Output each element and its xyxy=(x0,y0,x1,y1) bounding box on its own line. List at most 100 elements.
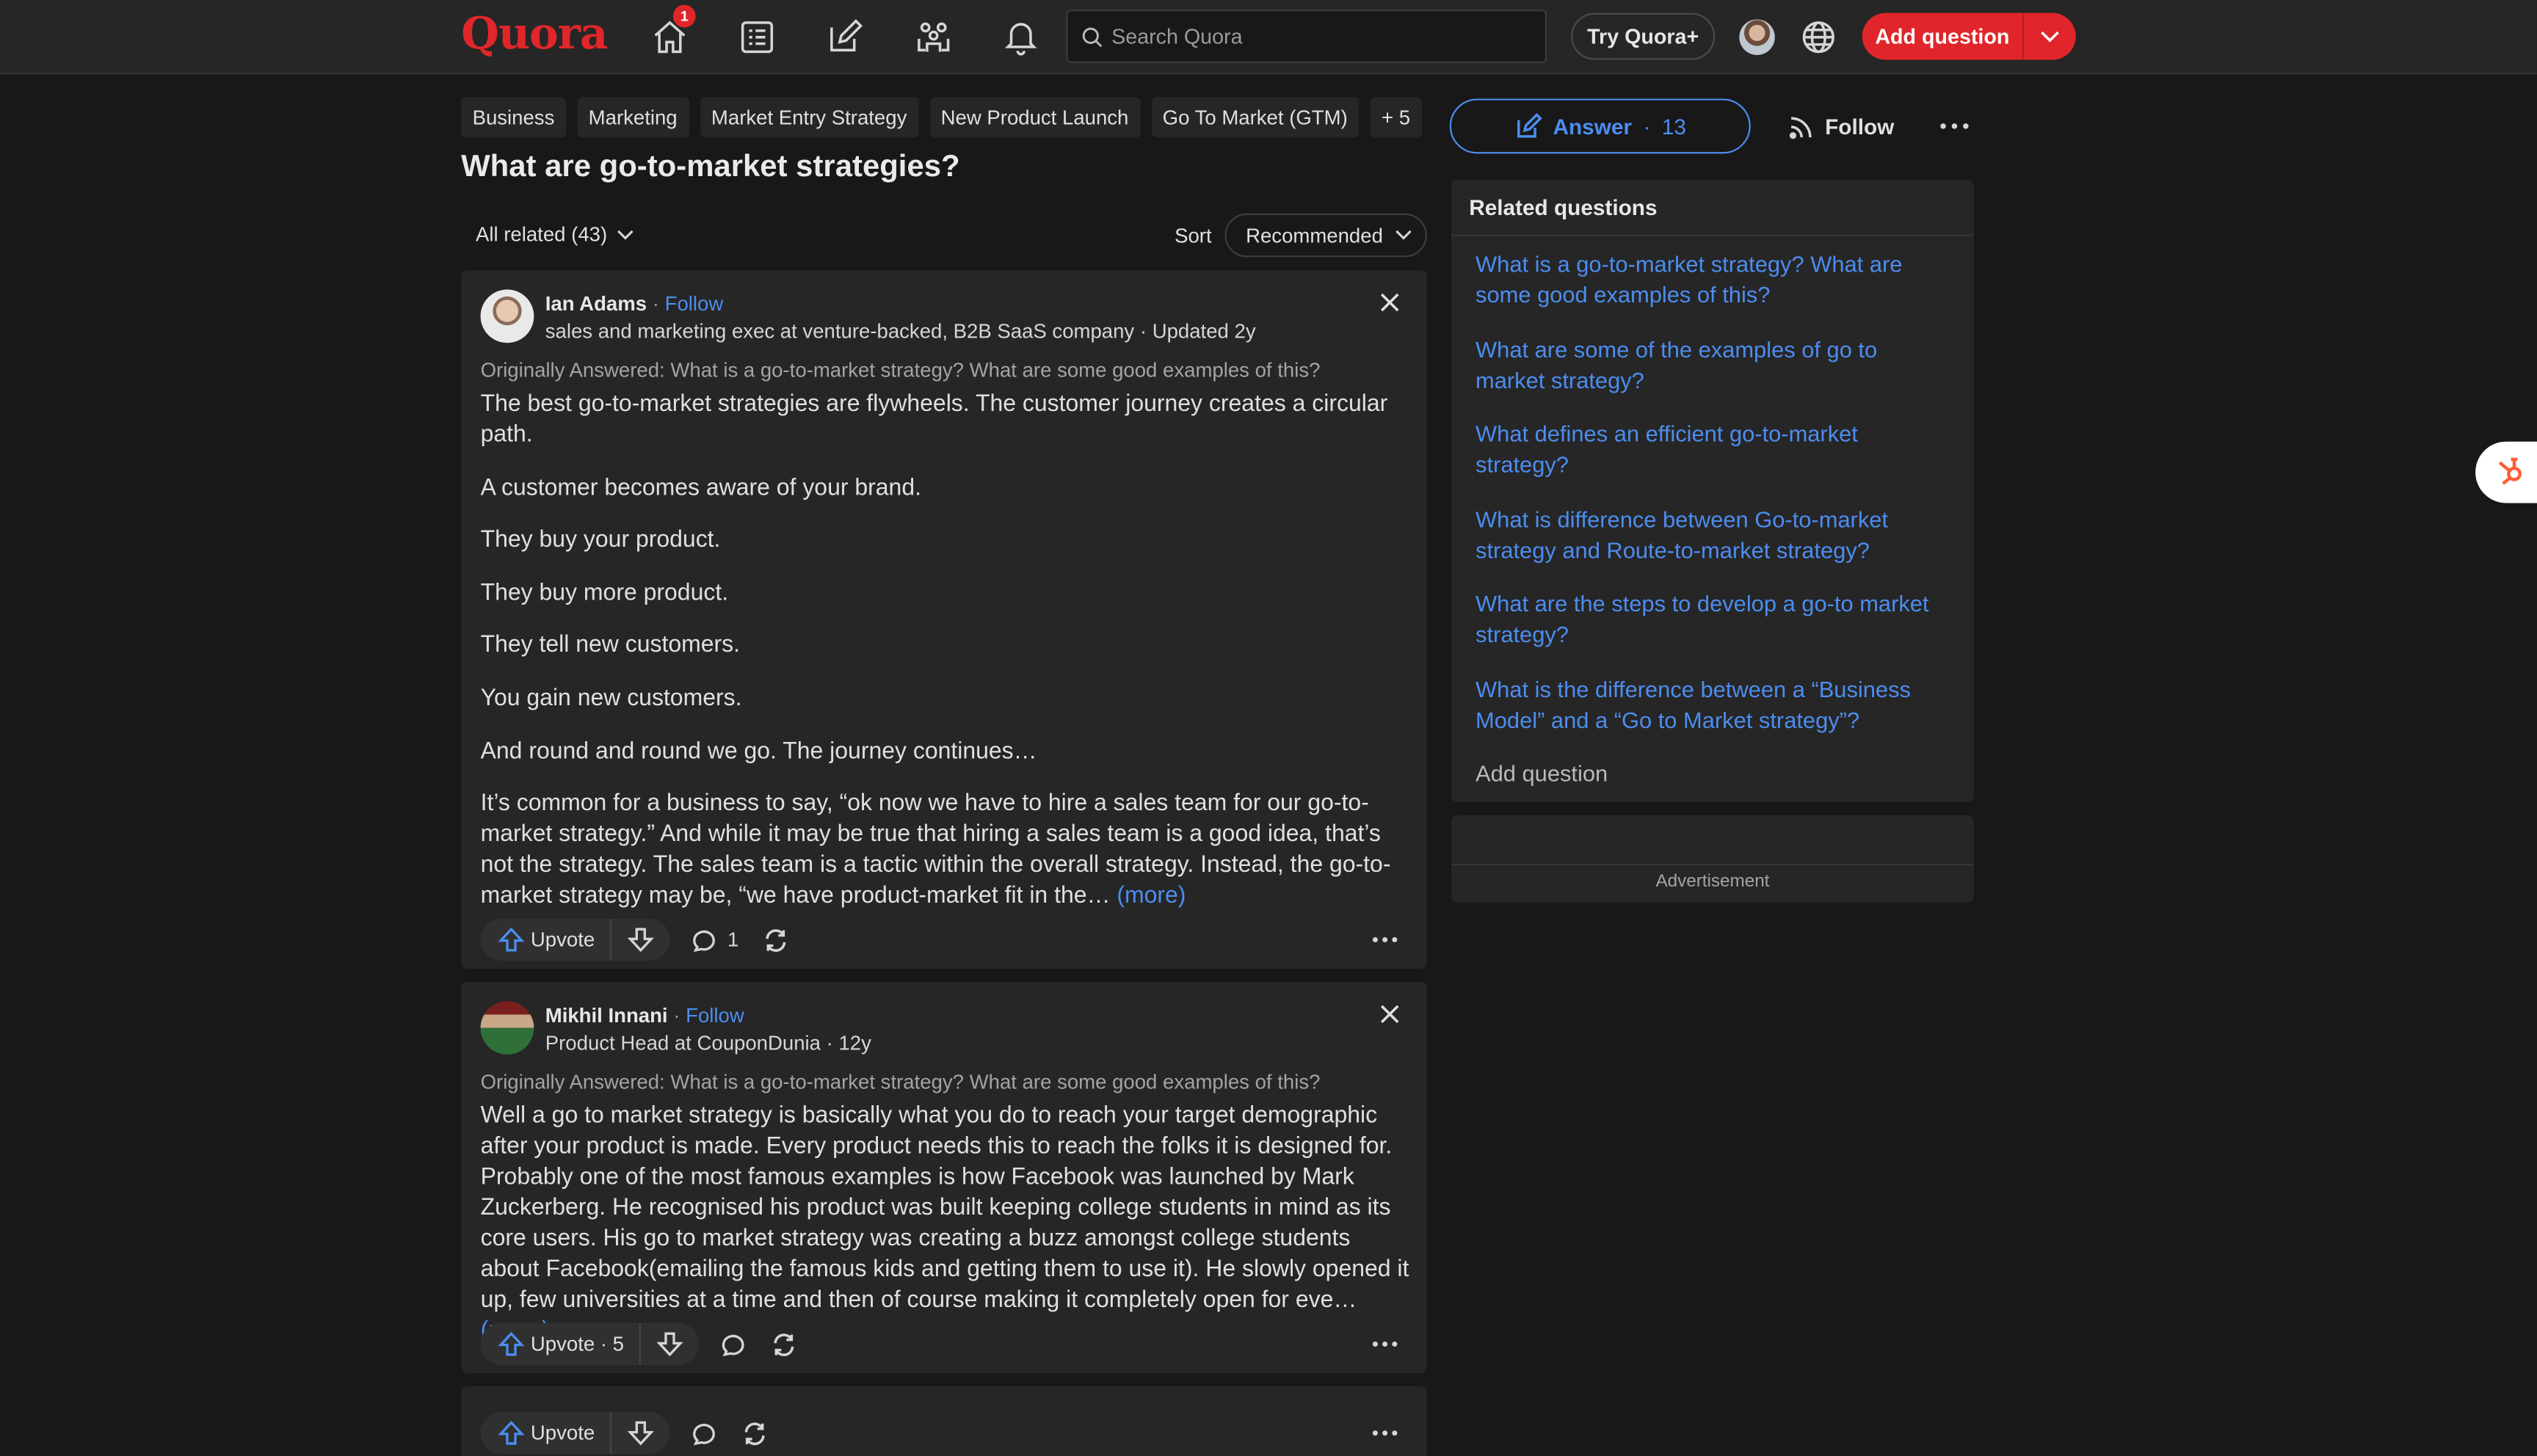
answer-paragraph: They buy more product. xyxy=(480,580,729,607)
filter-label: All related (43) xyxy=(475,223,608,247)
following-button[interactable] xyxy=(730,11,785,63)
search-input[interactable] xyxy=(1111,24,1517,49)
more-icon[interactable] xyxy=(1372,936,1398,943)
comment-button[interactable] xyxy=(692,1420,717,1446)
comment-count: 1 xyxy=(727,928,739,951)
chevron-down-icon xyxy=(617,229,634,239)
user-avatar[interactable] xyxy=(1739,19,1775,55)
answer-actions: Upvote 1 xyxy=(480,918,789,961)
related-add-question[interactable]: Add question xyxy=(1476,760,1608,786)
vote-pill: Upvote xyxy=(480,1412,669,1455)
author-avatar[interactable] xyxy=(480,1001,534,1055)
comment-icon xyxy=(692,930,715,953)
answer-card: Upvote xyxy=(461,1386,1427,1456)
answer-paragraph: It’s common for a business to say, “ok n… xyxy=(481,790,1413,913)
advertisement-label: Advertisement xyxy=(1655,871,1770,892)
originally-answered: Originally Answered: What is a go-to-mar… xyxy=(480,1071,1321,1093)
topic-tag[interactable]: Business xyxy=(461,97,566,138)
downvote-button[interactable] xyxy=(611,1412,669,1454)
try-quora-plus-button[interactable]: Try Quora+ xyxy=(1571,12,1716,60)
chevron-down-icon xyxy=(2041,30,2059,42)
comment-button[interactable]: 1 xyxy=(692,927,738,953)
upvote-button[interactable]: Upvote · 5 xyxy=(481,1322,641,1366)
sort-label: Sort xyxy=(1175,225,1212,248)
related-question-link[interactable]: What is difference between Go-to-market … xyxy=(1476,505,1948,567)
add-question-button[interactable]: Add question xyxy=(1862,12,2025,60)
more-topics-button[interactable]: + 5 xyxy=(1370,97,1422,138)
related-question-link[interactable]: What defines an efficient go-to-market s… xyxy=(1476,419,1948,481)
answer-body[interactable]: The best go-to-market strategies are fly… xyxy=(481,390,1413,934)
author-credential: Product Head at CouponDunia · 12y xyxy=(545,1032,871,1055)
topic-tag[interactable]: Go To Market (GTM) xyxy=(1151,97,1360,138)
related-question-link[interactable]: What are the steps to develop a go-to ma… xyxy=(1476,589,1948,650)
topic-tag[interactable]: New Product Launch xyxy=(929,97,1140,138)
share-button[interactable] xyxy=(761,926,788,953)
comment-button[interactable] xyxy=(721,1331,747,1357)
answer-paragraph: A customer becomes aware of your brand. xyxy=(480,475,922,501)
sort-value: Recommended xyxy=(1246,224,1383,247)
separator: · xyxy=(652,292,659,316)
answer-icon xyxy=(830,19,863,52)
upvote-button[interactable]: Upvote xyxy=(481,918,611,961)
downvote-button[interactable] xyxy=(611,919,669,961)
upvote-icon xyxy=(498,1420,525,1445)
more-icon[interactable] xyxy=(1372,1341,1398,1347)
topic-tag[interactable]: Marketing xyxy=(577,97,689,138)
sort-dropdown[interactable]: Recommended xyxy=(1224,213,1427,258)
more-icon[interactable] xyxy=(1372,1430,1398,1436)
chevron-down-icon xyxy=(1395,230,1412,240)
follow-author-link[interactable]: Follow xyxy=(686,1005,744,1027)
related-question-link[interactable]: What are some of the examples of go to m… xyxy=(1476,335,1948,396)
share-icon xyxy=(744,1422,764,1445)
quora-logo[interactable]: Quora xyxy=(461,10,608,59)
upvote-button[interactable]: Upvote xyxy=(481,1412,611,1455)
related-questions-header: Related questions xyxy=(1451,180,1974,236)
topic-list: Business Marketing Market Entry Strategy… xyxy=(461,97,1422,138)
share-button[interactable] xyxy=(769,1331,796,1358)
answer-label: Answer xyxy=(1553,114,1633,139)
share-button[interactable] xyxy=(741,1419,768,1446)
topic-tag[interactable]: Market Entry Strategy xyxy=(700,97,918,138)
upvote-label: Upvote xyxy=(530,928,595,951)
pencil-icon xyxy=(1517,112,1542,137)
close-icon[interactable] xyxy=(1379,291,1401,314)
share-icon xyxy=(773,1333,794,1355)
answer-count: 13 xyxy=(1661,114,1686,139)
answer-card: Ian Adams · Follow sales and marketing e… xyxy=(461,270,1427,969)
answer-question-button[interactable]: Answer · 13 xyxy=(1449,98,1751,154)
author-name[interactable]: Mikhil Innani xyxy=(545,1005,668,1027)
search-icon xyxy=(1082,26,1103,47)
search-bar[interactable] xyxy=(1066,10,1547,63)
hubspot-widget[interactable] xyxy=(2475,441,2537,503)
related-question-link[interactable]: What is the difference between a “Busine… xyxy=(1476,674,1948,736)
answer-paragraph: They tell new customers. xyxy=(480,633,741,659)
follow-author-link[interactable]: Follow xyxy=(665,293,724,316)
downvote-icon xyxy=(627,928,653,953)
share-icon xyxy=(765,928,785,951)
more-icon[interactable] xyxy=(1940,123,1970,130)
related-filter-dropdown[interactable]: All related (43) xyxy=(476,223,635,246)
answer-button[interactable] xyxy=(817,11,872,63)
more-link[interactable]: (more) xyxy=(1117,884,1186,909)
following-icon xyxy=(741,21,774,54)
follow-label: Follow xyxy=(1825,114,1895,139)
spaces-button[interactable] xyxy=(906,11,961,63)
author-line: Mikhil Innani · Follow xyxy=(545,1005,744,1027)
related-question-link[interactable]: What is a go-to-market strategy? What ar… xyxy=(1476,249,1948,310)
downvote-button[interactable] xyxy=(640,1323,698,1365)
follow-question-button[interactable]: Follow xyxy=(1787,113,1894,140)
comment-icon xyxy=(722,1334,744,1357)
originally-answered: Originally Answered: What is a go-to-mar… xyxy=(480,359,1321,382)
answer-paragraph: They buy your product. xyxy=(480,527,721,554)
globe-icon[interactable] xyxy=(1799,18,1838,57)
answer-paragraph: You gain new customers. xyxy=(480,685,742,712)
close-icon[interactable] xyxy=(1379,1002,1401,1025)
add-question-dropdown[interactable] xyxy=(2024,13,2076,60)
home-button[interactable]: 1 xyxy=(642,4,697,63)
top-navigation-bar: Quora 1 Try Quora+ Add question xyxy=(0,0,2537,75)
upvote-label: Upvote xyxy=(530,1422,595,1445)
notification-count-badge: 1 xyxy=(672,4,696,28)
author-name[interactable]: Ian Adams xyxy=(545,293,647,316)
author-avatar[interactable] xyxy=(480,289,534,343)
notifications-button[interactable] xyxy=(993,11,1048,63)
